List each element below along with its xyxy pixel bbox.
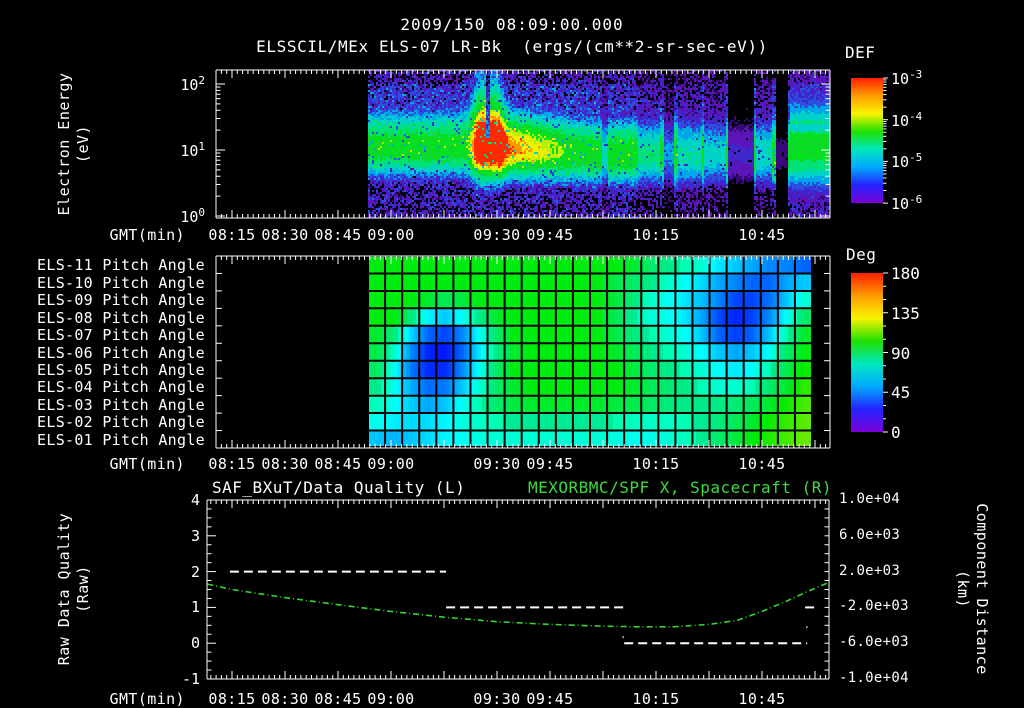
x-tick-label-middle: 10:15 <box>632 455 680 473</box>
pitch-row-label: ELS-11 Pitch Angle <box>37 256 205 275</box>
x-tick-label-bottom: 08:30 <box>261 690 309 708</box>
deg-colorbar-title: Deg <box>846 245 877 264</box>
spectrogram-y-tick-label: 102 <box>180 74 205 94</box>
def-colorbar-tick-label: 10-5 <box>891 151 923 172</box>
spectrogram-y-axis-label-line1: Electron Energy <box>55 72 73 216</box>
exponent: -5 <box>909 151 923 165</box>
bottom-left-y-tick-label: -1 <box>181 670 200 688</box>
pitch-row-label: ELS-08 Pitch Angle <box>37 308 205 327</box>
x-tick-label-middle: 08:15 <box>208 455 256 473</box>
exponent: -4 <box>909 109 923 123</box>
exponent: -6 <box>909 193 923 206</box>
x-tick-label-top: 09:45 <box>526 226 574 244</box>
pitch-row-label: ELS-02 Pitch Angle <box>37 413 205 432</box>
pitch-row-label: ELS-05 Pitch Angle <box>37 360 205 379</box>
bottom-right-y-tick-label: -6.0e+03 <box>839 634 909 651</box>
x-tick-label-top: 08:30 <box>261 226 309 244</box>
bottom-right-y-tick-label: -1.0e+04 <box>839 670 909 686</box>
x-tick-label-bottom: 09:45 <box>526 690 574 708</box>
x-tick-label-middle: 09:45 <box>526 455 574 473</box>
x-tick-label-bottom: 09:00 <box>367 690 415 708</box>
spectrogram-y-tick-label: 100 <box>180 206 205 226</box>
exponent: 2 <box>198 74 205 87</box>
x-tick-label-middle: 09:30 <box>473 455 521 473</box>
bottom-right-y-axis-label-line2: (km) <box>954 569 972 609</box>
pitch-row-label: ELS-01 Pitch Angle <box>37 430 205 449</box>
bottom-left-y-axis-label: Raw Data Quality (Raw) <box>55 469 93 708</box>
x-tick-label-middle: 08:45 <box>314 455 362 473</box>
bottom-right-y-tick-label: 2.0e+03 <box>839 562 901 579</box>
exponent: 0 <box>198 206 205 219</box>
x-tick-label-top: 10:15 <box>632 226 680 244</box>
deg-colorbar-tick-label: 45 <box>891 383 911 403</box>
exponent: -3 <box>909 68 923 81</box>
deg-colorbar <box>851 273 883 432</box>
pitch-angle-canvas <box>216 256 830 448</box>
bottom-right-y-tick-label: 6.0e+03 <box>839 526 901 543</box>
x-tick-label-top: 08:15 <box>208 226 256 244</box>
def-colorbar <box>851 78 883 203</box>
x-tick-label-bottom: 08:45 <box>314 690 362 708</box>
spectrogram-y-tick-label: 101 <box>180 140 205 160</box>
pitch-row-label: ELS-03 Pitch Angle <box>37 395 205 414</box>
pitch-row-label: ELS-04 Pitch Angle <box>37 378 205 397</box>
page-title: 2009/150 08:09:00.000 <box>400 15 624 34</box>
component-distance-curve <box>207 581 830 628</box>
bottom-left-y-tick-label: 0 <box>190 634 200 653</box>
x-tick-label-top: 10:45 <box>738 226 786 244</box>
pitch-row-label: ELS-06 Pitch Angle <box>37 343 205 362</box>
deg-colorbar-tick-label: 180 <box>891 264 920 283</box>
bottom-left-series-title: SAF_BXuT/Data Quality (L) <box>212 478 466 497</box>
bottom-right-y-tick-label: 1.0e+04 <box>839 491 901 507</box>
def-colorbar-tick-label: 10-3 <box>891 68 923 88</box>
bottom-left-y-tick-label: 1 <box>190 598 200 617</box>
pitch-row-label: ELS-09 Pitch Angle <box>37 291 205 310</box>
spectrogram-y-axis-label-line2: (eV) <box>74 124 92 164</box>
x-tick-label-middle: 08:30 <box>261 455 309 473</box>
bottom-left-y-tick-label: 2 <box>190 562 200 581</box>
bottom-right-y-tick-label: -2.0e+03 <box>839 598 909 615</box>
x-tick-label-top: 08:45 <box>314 226 362 244</box>
gmt-axis-label-top: GMT(min) <box>109 226 185 244</box>
deg-colorbar-tick-label: 135 <box>891 303 920 323</box>
bottom-left-y-tick-label: 3 <box>190 526 200 545</box>
x-tick-label-bottom: 10:15 <box>632 690 680 708</box>
x-tick-label-middle: 10:45 <box>738 455 786 473</box>
deg-colorbar-tick-label: 90 <box>891 343 911 363</box>
bottom-left-y-axis-label-line1: Raw Data Quality <box>55 512 73 666</box>
gmt-axis-label-bottom: GMT(min) <box>109 690 185 708</box>
pitch-row-label: ELS-07 Pitch Angle <box>37 326 205 345</box>
def-colorbar-title: DEF <box>845 43 876 62</box>
x-tick-label-bottom: 09:30 <box>473 690 521 708</box>
x-tick-label-bottom: 08:15 <box>208 690 256 708</box>
bottom-left-y-axis-label-line2: (Raw) <box>74 565 92 613</box>
bottom-left-y-tick-label: 4 <box>190 491 200 509</box>
gmt-axis-label-middle: GMT(min) <box>109 455 185 473</box>
x-tick-label-top: 09:00 <box>367 226 415 244</box>
bottom-right-y-axis-label: Component Distance (km) <box>953 469 991 708</box>
x-tick-label-top: 09:30 <box>473 226 521 244</box>
bottom-right-y-axis-label-line1: Component Distance <box>973 503 991 675</box>
bottom-right-series-title: MEXORBMC/SPF X, Spacecraft (R) <box>528 478 832 497</box>
spectrogram-y-axis-label: Electron Energy (eV) <box>55 24 93 264</box>
x-tick-label-middle: 09:00 <box>367 455 415 473</box>
plot-page: 2009/150 08:09:00.000 ELSSCIL/MEx ELS-07… <box>0 0 1024 708</box>
deg-colorbar-tick-label: 0 <box>891 423 901 442</box>
spectrogram-canvas <box>216 70 830 218</box>
exponent: 1 <box>198 140 205 153</box>
x-tick-label-bottom: 10:45 <box>738 690 786 708</box>
def-colorbar-tick-label: 10-4 <box>891 109 923 130</box>
def-colorbar-tick-label: 10-6 <box>891 193 923 213</box>
pitch-row-label: ELS-10 Pitch Angle <box>37 273 205 292</box>
